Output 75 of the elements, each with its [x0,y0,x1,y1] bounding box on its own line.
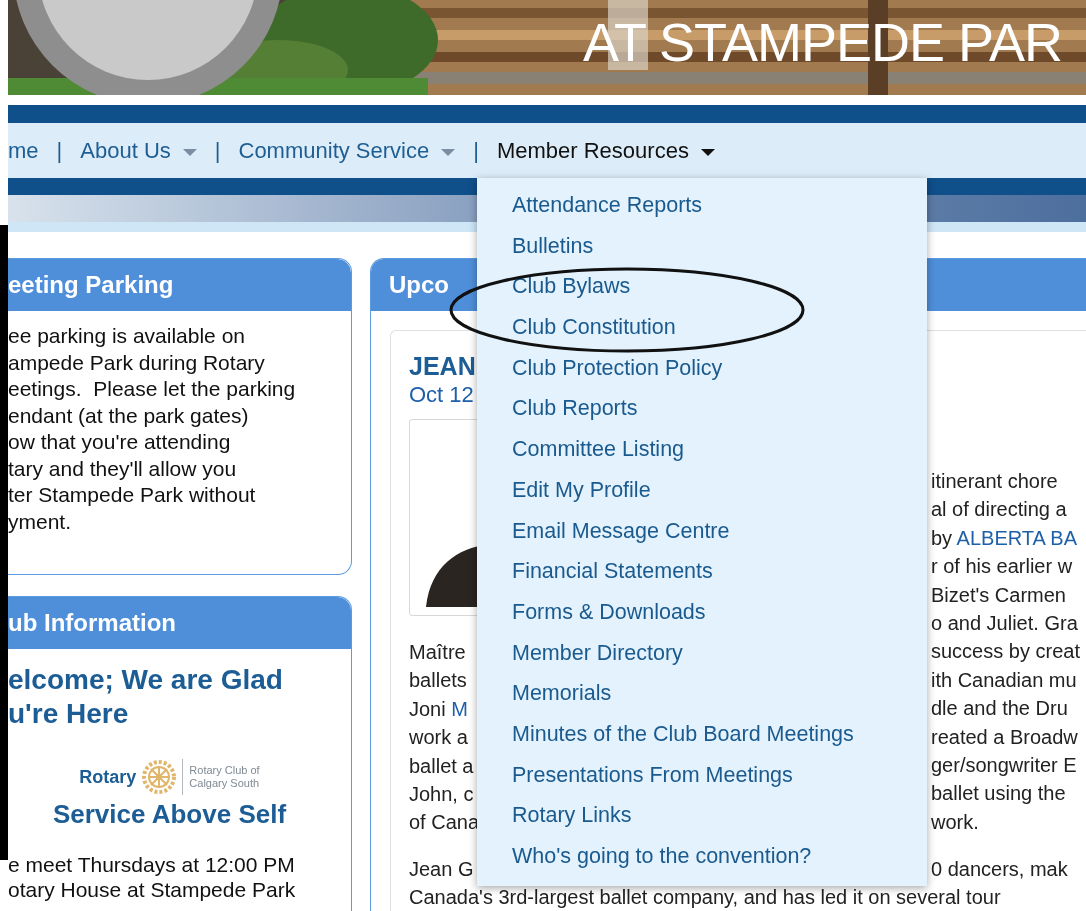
menu-item[interactable]: Financial Statements [512,557,713,586]
text-fragment: Jean G [409,856,474,882]
panel-title: Upco [389,270,449,300]
text-fragment: of Cana [409,810,480,836]
text-line: ter Stampede Park without [8,482,256,508]
menu-item[interactable]: Club Bylaws [512,272,631,301]
welcome-heading: elcome; We are Glad [8,663,283,697]
event-date: Oct 12 [409,381,474,409]
link[interactable]: M [451,697,468,720]
text-line: ampede Park during Rotary [8,349,265,376]
text-fragment: John, c [409,781,474,807]
text-fragment: dle and the Dru [931,696,1068,722]
event-title: JEAN [409,351,476,381]
motto: Service Above Self [52,798,287,831]
menu-item[interactable]: Club Reports [512,394,638,423]
panel-title: ub Information [8,608,176,638]
text-fragment: Bizet's Carmen [931,582,1066,608]
caret-icon [700,148,715,157]
text-fragment: work. [931,809,979,835]
text-line: eetings. Please let the parking [8,376,296,402]
menu-item[interactable]: Forms & Downloads [512,597,706,626]
text-line: tary and they'll allow you [8,455,237,482]
text-fragment: ith Canadian mu [931,667,1077,693]
text-fragment: al of directing a [931,497,1067,523]
caret-icon [441,148,456,157]
menu-item[interactable]: Club Constitution [512,313,676,342]
text-fragment: 0 dancers, mak [931,856,1068,882]
text-fragment: Maître [409,640,466,665]
link[interactable]: ALBERTA BA [956,526,1077,549]
text-fragment: ballets [409,668,467,694]
text-fragment: by ALBERTA BA [931,525,1077,551]
panel-title: eeting Parking [8,270,174,300]
menu-item[interactable]: Presentations From Meetings [512,760,793,789]
text-line: otary House at Stampede Park [8,877,296,902]
nav-link[interactable]: Community Service [238,134,456,167]
nav-link[interactable]: Member Resources [496,134,715,167]
menu-item[interactable]: Edit My Profile [512,475,651,504]
text-fragment: ger/songwriter E [931,752,1077,778]
text-fragment: itinerant chore [931,469,1058,494]
nav-link[interactable]: About Us [80,134,197,167]
text-fragment: reated a Broadw [931,724,1078,750]
text-line: e meet Thursdays at 12:00 PM [8,852,295,877]
text-line: endant (at the park gates) [8,402,249,429]
text-fragment: ballet using the [931,781,1066,807]
menu-item[interactable]: Who's going to the convention? [512,842,812,870]
nav-separator: | [473,137,479,165]
nav-separator: | [214,137,221,165]
club-name: Calgary South [189,777,260,790]
text-fragment: success by creat [931,639,1080,665]
club-name: Rotary Club of [189,764,260,777]
menu-item[interactable]: Club Protection Policy [512,353,723,382]
text-line: Canada's 3rd-largest ballet company, and has led it on several tour [409,885,1001,911]
menu-item[interactable]: Bulletins [512,231,594,260]
wheel-icon [142,760,177,794]
text-fragment: Joni M [409,696,468,722]
menu-item[interactable]: Email Message Centre [512,516,730,545]
banner-title: AT STAMPEDE PAR [583,11,1063,74]
text-line: ow that you're attending [8,429,231,455]
menu-item[interactable]: Attendance Reports [512,191,703,219]
nav-link[interactable]: me [8,134,39,167]
text-fragment: ballet a [409,753,474,779]
welcome-heading: u're Here [8,697,129,731]
text-line: yment. [8,508,72,535]
text-fragment: r of his earlier w [931,554,1073,580]
menu-item[interactable]: Member Directory [512,638,683,667]
menu-item[interactable]: Minutes of the Club Board Meetings [512,719,854,748]
nav-separator: | [56,137,63,165]
menu-item[interactable]: Rotary Links [512,801,632,830]
menu-item[interactable]: Memorials [512,679,612,708]
text-fragment: o and Juliet. Gra [931,610,1078,636]
rotary-wordmark: Rotary [79,765,137,789]
text-line: ee parking is available on [8,323,245,349]
text-fragment: work a [409,725,468,751]
menu-item[interactable]: Committee Listing [512,435,685,464]
caret-icon [182,148,197,157]
